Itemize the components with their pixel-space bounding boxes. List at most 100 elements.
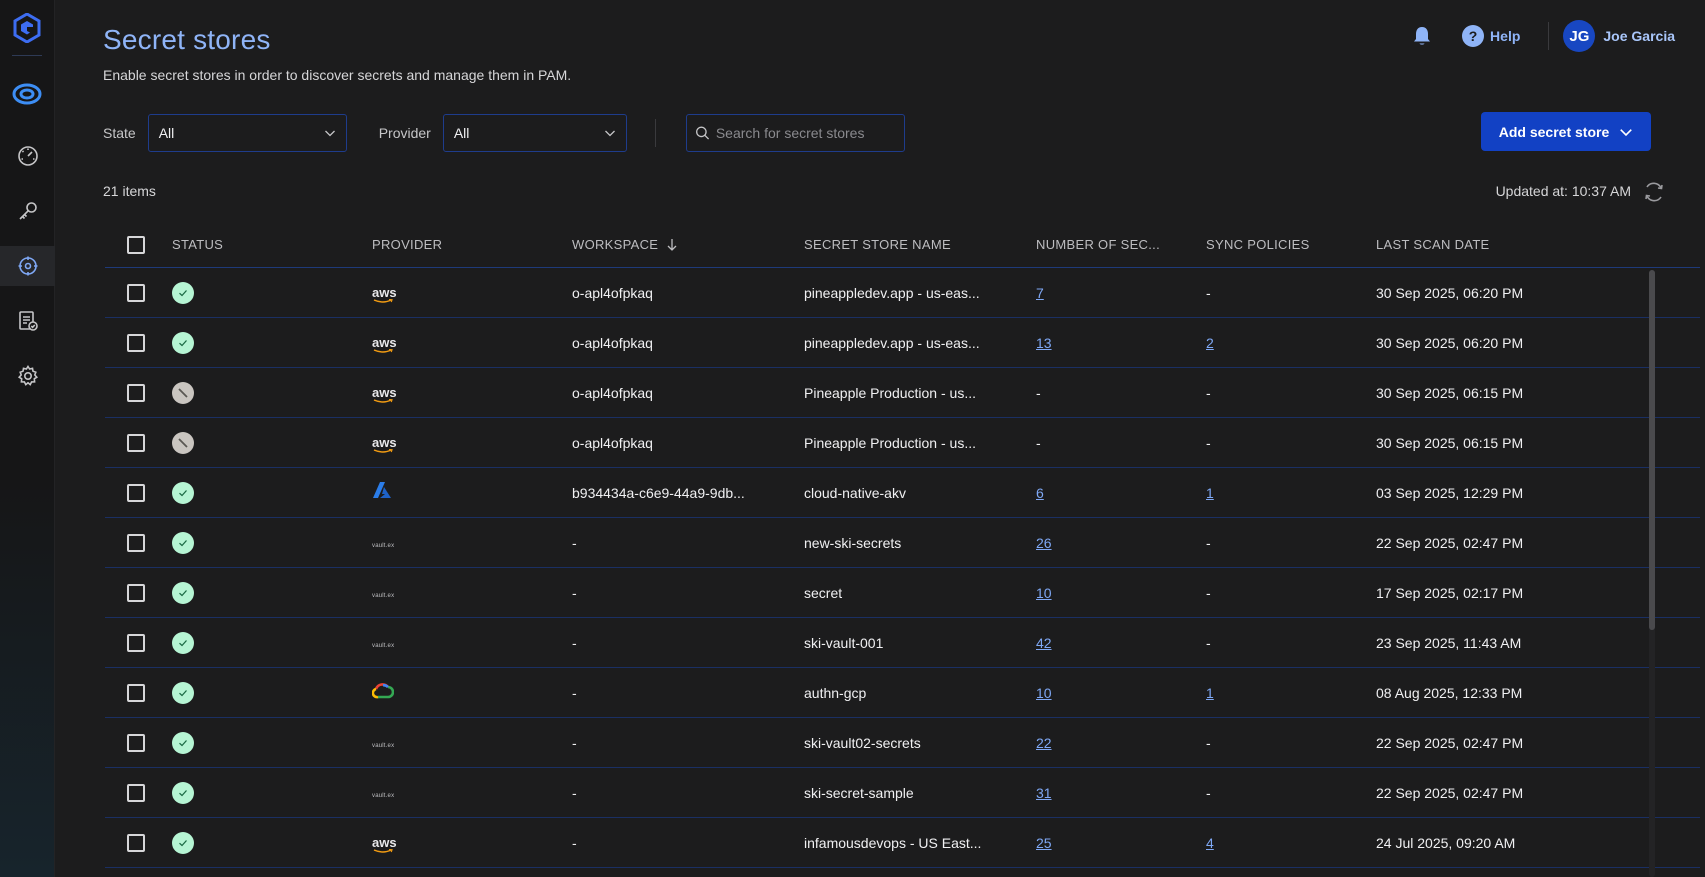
secret-store-name-cell[interactable]: secret — [804, 585, 1036, 601]
gcp-logo-icon — [371, 683, 395, 703]
row-checkbox[interactable] — [127, 283, 145, 302]
table-row[interactable]: aws o-apl4ofpkaq pineappledev.app - us-eas… — [105, 268, 1700, 318]
number-of-secrets-value[interactable]: 25 — [1036, 835, 1052, 851]
column-sync-policies[interactable]: SYNC POLICIES — [1206, 237, 1376, 252]
sidebar-item-secret-stores[interactable] — [0, 246, 55, 286]
number-of-secrets-value[interactable]: 10 — [1036, 685, 1052, 701]
table-row[interactable]: vault.ex - ski-vault-001 42 - 23 Sep 2025, 11… — [105, 618, 1700, 668]
number-of-secrets-value[interactable]: 6 — [1036, 485, 1044, 501]
chevron-down-icon — [324, 130, 335, 137]
sync-policies-cell[interactable]: 4 — [1206, 835, 1376, 851]
avatar[interactable]: JG — [1563, 20, 1596, 52]
sync-policies-value[interactable]: 1 — [1206, 485, 1214, 501]
table-row[interactable]: vault.ex - ski-vault02-secrets 22 - 22 Sep 20… — [105, 718, 1700, 768]
table-row[interactable]: - authn-gcp 10 1 08 Aug 2025, 12:33 PM — [105, 668, 1700, 718]
last-scan-date-cell: 30 Sep 2025, 06:15 PM — [1376, 384, 1524, 401]
number-of-secrets-cell[interactable]: 10 — [1036, 685, 1206, 701]
scrollbar-thumb[interactable] — [1649, 270, 1655, 630]
user-name[interactable]: Joe Garcia — [1603, 28, 1675, 44]
row-checkbox[interactable] — [127, 783, 145, 802]
row-checkbox[interactable] — [127, 433, 145, 452]
status-disabled-icon — [172, 381, 194, 404]
row-checkbox[interactable] — [127, 333, 145, 352]
sync-policies-value: - — [1206, 534, 1211, 551]
row-checkbox[interactable] — [127, 683, 145, 702]
secret-store-name-cell[interactable]: infamousdevops - US East... — [804, 835, 1036, 851]
search-box[interactable] — [685, 114, 905, 152]
sync-policies-value: - — [1206, 434, 1211, 451]
number-of-secrets-cell[interactable]: 31 — [1036, 785, 1206, 801]
number-of-secrets-cell[interactable]: 13 — [1036, 335, 1206, 351]
app-switcher-icon[interactable] — [11, 80, 43, 108]
secret-store-name-cell[interactable]: pineappledev.app - us-eas... — [804, 285, 1036, 301]
column-workspace[interactable]: WORKSPACE — [572, 237, 804, 252]
sidebar-item-secrets[interactable] — [0, 191, 55, 231]
table-row[interactable]: aws o-apl4ofpkaq Pineapple Production - us… — [105, 368, 1700, 418]
table-row[interactable]: aws o-apl4ofpkaq pineappledev.app - us-eas… — [105, 318, 1700, 368]
sync-policies-cell[interactable]: 2 — [1206, 335, 1376, 351]
sidebar-item-policies[interactable] — [0, 301, 55, 341]
secret-store-name-cell[interactable]: cloud-native-akv — [804, 485, 1036, 501]
sync-policies-value[interactable]: 1 — [1206, 685, 1214, 701]
number-of-secrets-value[interactable]: 22 — [1036, 735, 1052, 751]
number-of-secrets-value[interactable]: 7 — [1036, 285, 1044, 301]
help-link[interactable]: ? Help — [1462, 25, 1520, 47]
dashboard-icon — [17, 146, 38, 166]
number-of-secrets-cell[interactable]: 22 — [1036, 735, 1206, 751]
add-secret-store-button[interactable]: Add secret store — [1481, 112, 1651, 151]
number-of-secrets-value[interactable]: 26 — [1036, 535, 1052, 551]
row-checkbox[interactable] — [127, 733, 145, 752]
sync-policies-cell[interactable]: 1 — [1206, 485, 1376, 501]
state-filter-select[interactable]: All — [147, 114, 347, 152]
row-checkbox[interactable] — [127, 483, 145, 502]
column-status[interactable]: STATUS — [172, 237, 372, 252]
workspace-cell: - — [572, 534, 577, 551]
search-input[interactable] — [715, 125, 896, 141]
secret-store-name-cell[interactable]: ski-vault02-secrets — [804, 735, 1036, 751]
column-secret-store-name[interactable]: SECRET STORE NAME — [804, 237, 1036, 252]
logo-icon[interactable] — [13, 13, 41, 43]
table-row[interactable]: vault.ex - secret 10 - 17 Sep 2025, 02:17 PM — [105, 568, 1700, 618]
row-checkbox[interactable] — [127, 833, 145, 852]
provider-filter-select[interactable]: All — [442, 114, 627, 152]
number-of-secrets-value[interactable]: 13 — [1036, 335, 1052, 351]
table-row[interactable]: aws o-apl4ofpkaq Pineapple Production - us… — [105, 418, 1700, 468]
secret-store-name-cell[interactable]: ski-vault-001 — [804, 635, 1036, 651]
number-of-secrets-cell[interactable]: 26 — [1036, 535, 1206, 551]
column-provider[interactable]: PROVIDER — [372, 237, 572, 252]
sync-policies-value[interactable]: 4 — [1206, 835, 1214, 851]
sort-arrow-down-icon — [667, 238, 677, 251]
row-checkbox[interactable] — [127, 533, 145, 552]
refresh-icon[interactable] — [1641, 179, 1667, 205]
secret-store-name-cell[interactable]: Pineapple Production - us... — [804, 385, 1036, 401]
number-of-secrets-cell[interactable]: 42 — [1036, 635, 1206, 651]
number-of-secrets-cell[interactable]: 7 — [1036, 285, 1206, 301]
number-of-secrets-cell[interactable]: 10 — [1036, 585, 1206, 601]
number-of-secrets-value[interactable]: 31 — [1036, 785, 1052, 801]
table-row[interactable]: vault.ex - new-ski-secrets 26 - 22 Sep 2025, … — [105, 518, 1700, 568]
row-checkbox[interactable] — [127, 383, 145, 402]
secret-store-name-cell[interactable]: authn-gcp — [804, 685, 1036, 701]
number-of-secrets-value[interactable]: 10 — [1036, 585, 1052, 601]
secret-store-name-cell[interactable]: new-ski-secrets — [804, 535, 1036, 551]
table-row[interactable]: aws - infamousdevops - US East... 25 4 24 Jul… — [105, 818, 1700, 868]
row-checkbox[interactable] — [127, 633, 145, 652]
sync-policies-value[interactable]: 2 — [1206, 335, 1214, 351]
row-checkbox[interactable] — [127, 583, 145, 602]
number-of-secrets-cell[interactable]: 25 — [1036, 835, 1206, 851]
column-number-of-secrets[interactable]: NUMBER OF SEC... — [1036, 237, 1206, 252]
sidebar-item-settings[interactable] — [0, 356, 55, 396]
secret-store-name-cell[interactable]: pineappledev.app - us-eas... — [804, 335, 1036, 351]
sync-policies-cell[interactable]: 1 — [1206, 685, 1376, 701]
number-of-secrets-cell[interactable]: 6 — [1036, 485, 1206, 501]
number-of-secrets-value[interactable]: 42 — [1036, 635, 1052, 651]
secret-store-name-cell[interactable]: Pineapple Production - us... — [804, 435, 1036, 451]
select-all-checkbox[interactable] — [127, 235, 145, 254]
secret-store-name-cell[interactable]: ski-secret-sample — [804, 785, 1036, 801]
bell-icon[interactable] — [1410, 24, 1434, 48]
sync-policies-value: - — [1206, 634, 1211, 651]
sidebar-item-dashboard[interactable] — [0, 136, 55, 176]
table-row[interactable]: vault.ex - ski-secret-sample 31 - 22 Sep 2025… — [105, 768, 1700, 818]
table-row[interactable]: b934434a-c6e9-44a9-9db... cloud-native-ak… — [105, 468, 1700, 518]
column-last-scan-date[interactable]: LAST SCAN DATE — [1376, 237, 1636, 252]
